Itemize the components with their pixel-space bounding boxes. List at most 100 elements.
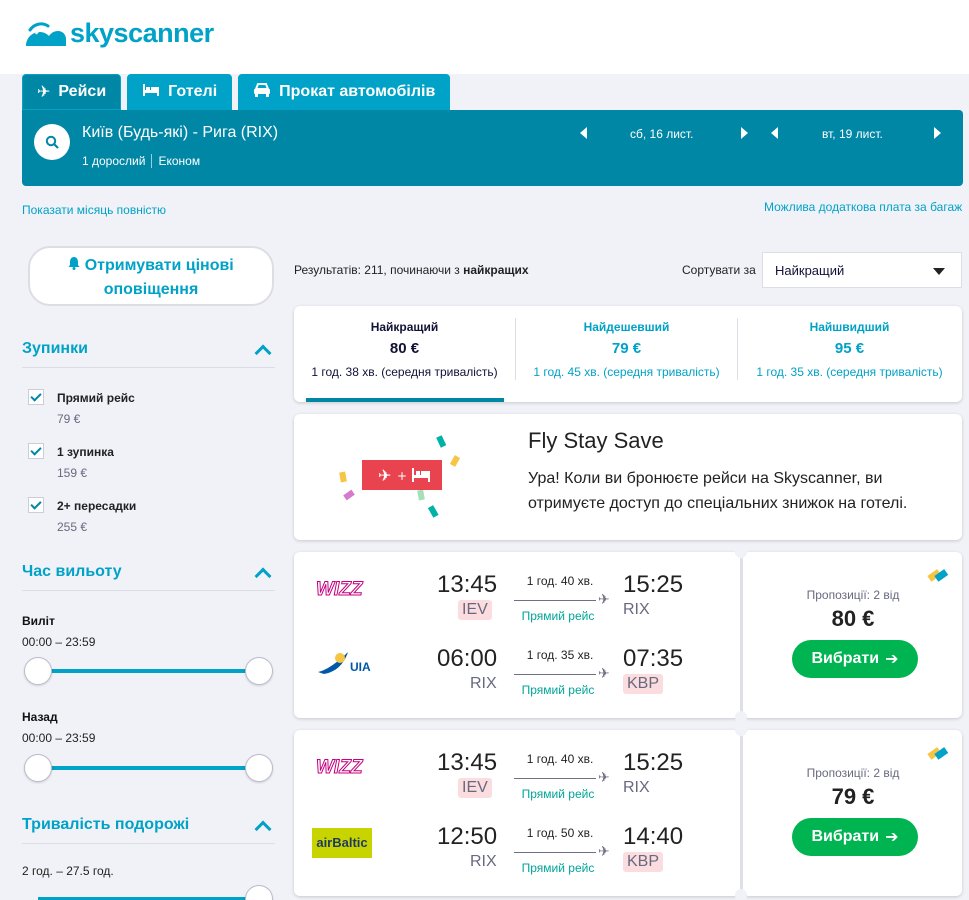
sort-tab-price: 79 € [611,340,642,357]
fly-stay-save-promo[interactable]: ✈ + Fly Stay Save Ура! Коли ви бронюєте … [294,414,962,540]
prev-return-date-arrow[interactable] [771,127,778,139]
sort-tab-title: Найкращий [370,320,439,334]
stops-option-two-plus[interactable]: 2+ пересадки [57,499,136,513]
flight-hotel-illustration: ✈ + [339,435,461,518]
svg-text:+: + [397,469,407,483]
outbound-slider-min-handle[interactable] [24,657,52,685]
stops-option-one[interactable]: 1 зупинка [57,445,114,459]
two-plus-stops-checkbox[interactable] [28,497,44,513]
tab-flights-label: Рейси [58,83,107,100]
active-tab-indicator [306,398,504,402]
airbaltic-logo-text: airBaltic [316,835,368,850]
depart-date[interactable]: сб, 16 лист. [630,124,693,144]
airbaltic-logo: airBaltic [312,828,372,858]
offers-count: Пропозиції: 2 від [806,588,900,602]
one-stop-checkbox[interactable] [28,443,44,459]
product-tabs: ✈ Рейси Готелі Прокат автомобілів [22,74,451,110]
stops-option-direct[interactable]: Прямий рейс [57,391,135,405]
stops-option-one-price: 159 € [57,466,88,480]
select-button-label: Вибрати [811,828,880,845]
search-icon [45,135,59,149]
skyscanner-logo[interactable]: skyscanner [22,18,214,49]
sort-tab-duration: 1 год. 38 хв. (середня тривалість) [311,365,498,379]
promo-text: Ура! Коли ви бронюєте рейси на Skyscanne… [528,470,908,512]
tab-car-hire-label: Прокат автомобілів [279,83,436,100]
arrival-airport: RIX [623,779,650,796]
prev-depart-date-arrow[interactable] [580,127,587,139]
return-slider-max-handle[interactable] [245,754,273,782]
select-button-label: Вибрати [811,650,880,667]
stops-option-two-plus-price: 255 € [57,520,88,534]
price-alert-label: Отримувати цінові оповіщення [84,257,234,298]
departure-time: 12:50 [437,823,498,850]
price-alert-button[interactable]: Отримувати цінові оповіщення [28,246,274,306]
flight-price: 80 € [831,606,875,631]
sort-tab-title: Найшвидший [809,320,890,334]
promo-title: Fly Stay Save [528,428,664,453]
stops-filter-title[interactable]: Зупинки [22,340,88,358]
return-slider-min-handle[interactable] [24,754,52,782]
stops-info: Прямий рейс [521,861,595,875]
sort-tabs-card: Найкращий 80 € 1 год. 38 хв. (середня тр… [294,306,962,402]
search-summary-bar[interactable]: Київ (Будь-які) - Рига (RIX) 1 дорослий … [22,110,963,186]
bell-icon [68,257,84,274]
passenger-cabin-summary[interactable]: 1 дорослий Економ [82,154,200,168]
sort-label: Сортувати за [682,263,756,277]
sort-tab-best[interactable]: Найкращий 80 € 1 год. 38 хв. (середня тр… [294,306,515,402]
show-month-link[interactable]: Показати місяць повністю [22,203,166,217]
next-return-date-arrow[interactable] [934,127,941,139]
duration-slider-max-handle[interactable] [245,885,273,900]
flight-duration: 1 год. 40 хв. [526,574,594,588]
ticket-notch [735,889,747,900]
plane-icon: ✈ [598,769,610,785]
plane-icon: ✈ [598,591,610,607]
flight-price: 79 € [831,784,875,809]
chevron-up-icon[interactable] [254,820,272,838]
baggage-fee-link[interactable]: Можлива додаткова плата за багаж [764,200,962,214]
sort-tab-cheapest[interactable]: Найдешевший 79 € 1 год. 45 хв. (середня … [516,306,737,402]
return-slider-track[interactable] [38,766,260,770]
divider [22,590,275,591]
uia-logo: UIA [318,652,371,674]
sort-tab-fastest[interactable]: Найшвидший 95 € 1 год. 35 хв. (середня т… [739,306,960,402]
chevron-up-icon[interactable] [254,344,272,362]
departure-time: 13:45 [437,749,498,776]
divider [737,318,738,380]
select-flight-button[interactable]: Вибрати ➔ [792,818,918,856]
departure-time: 13:45 [437,571,498,598]
search-button[interactable] [34,124,70,160]
sort-select[interactable]: Найкращий [762,252,962,288]
return-label: Назад [22,710,58,724]
direct-checkbox[interactable] [28,389,44,405]
flight-card-price: Пропозиції: 2 від 80 € Вибрати ➔ [743,552,962,718]
flight-card-price: Пропозиції: 2 від 79 € Вибрати ➔ [743,730,962,896]
departure-airport: IEV [458,778,492,798]
results-count: Результатів: 211, починаючи з найкращих [294,263,529,277]
route-line [514,778,596,779]
offers-count: Пропозиції: 2 від [806,766,900,780]
tab-flights[interactable]: ✈ Рейси [22,74,122,110]
duration-filter-title[interactable]: Тривалість подорожі [22,816,189,834]
chevron-up-icon[interactable] [254,567,272,585]
sort-tab-price: 95 € [834,340,865,357]
tab-car-hire[interactable]: Прокат автомобілів [238,74,451,110]
flight-card-itinerary[interactable]: WIZZ 13:45 IEV 1 год. 40 хв. ✈ Прямий ре… [294,730,740,896]
next-depart-date-arrow[interactable] [741,127,748,139]
outbound-slider-max-handle[interactable] [245,657,273,685]
outbound-slider-track[interactable] [38,669,260,673]
svg-text:✈: ✈ [378,466,391,485]
arrival-time: 14:40 [623,823,684,850]
sort-tab-price: 80 € [389,340,420,357]
flight-card-itinerary[interactable]: WIZZ 13:45 IEV 1 год. 40 хв. ✈ Прямий ре… [294,552,740,718]
select-flight-button[interactable]: Вибрати ➔ [792,640,918,678]
flight-duration: 1 год. 40 хв. [526,752,594,766]
ticket-notch [735,724,747,736]
svg-text:WIZZ: WIZZ [316,757,364,778]
departure-time: 06:00 [437,645,498,672]
departure-time-filter-title[interactable]: Час вильоту [22,563,122,581]
return-date[interactable]: вт, 19 лист. [822,124,883,144]
stops-info: Прямий рейс [521,609,595,623]
arrival-airport: KBP [623,852,664,872]
tab-hotels[interactable]: Готелі [127,74,233,110]
search-route[interactable]: Київ (Будь-які) - Рига (RIX) [82,124,278,142]
